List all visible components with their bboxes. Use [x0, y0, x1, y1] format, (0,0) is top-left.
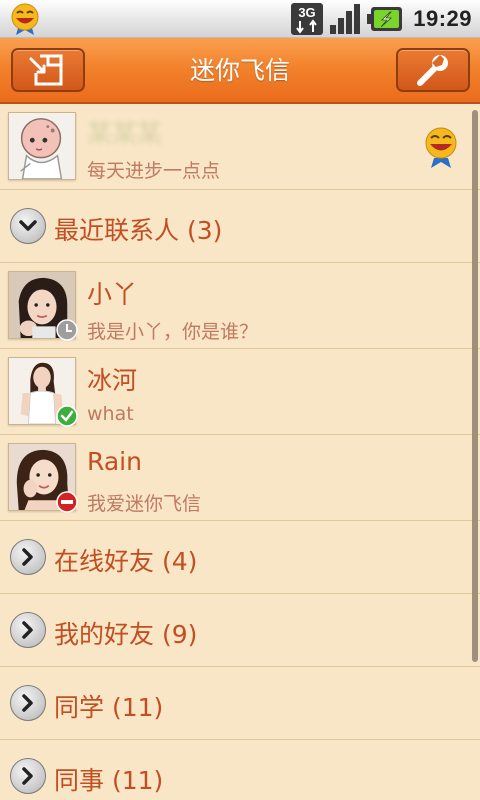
compose-button[interactable] [11, 48, 85, 92]
my-profile-row[interactable]: 某某某 每天进步一点点 [0, 104, 480, 190]
svg-text:3G: 3G [299, 5, 316, 20]
group-my-friends[interactable]: 我的好友 (9) [0, 594, 480, 667]
chevron-right-icon [10, 758, 46, 794]
status-online-icon [56, 405, 78, 427]
group-online-friends[interactable]: 在线好友 (4) [0, 521, 480, 594]
contact-name: 冰河 [87, 366, 138, 395]
chevron-right-icon [10, 539, 46, 575]
contact-row[interactable]: 冰河 what [0, 349, 480, 435]
group-label: 最近联系人 (3) [54, 216, 223, 245]
battery-charging-icon [367, 7, 403, 31]
status-away-icon [56, 319, 78, 341]
group-label: 在线好友 (4) [54, 547, 198, 576]
contact-row[interactable]: 小丫 我是小丫，你是谁？ [0, 263, 480, 349]
title-bar: 迷你飞信 [0, 38, 480, 104]
contact-name: 小丫 [87, 280, 138, 309]
group-label: 同事 (11) [54, 766, 164, 795]
my-signature: 每天进步一点点 [87, 160, 221, 182]
group-classmates[interactable]: 同学 (11) [0, 667, 480, 740]
chevron-down-icon [10, 208, 46, 244]
my-nickname: 某某某 [87, 119, 163, 148]
network-3g-icon: 3G [291, 3, 324, 35]
settings-button[interactable] [396, 48, 470, 92]
status-bar: 3G 19:29 [0, 0, 480, 38]
my-avatar [8, 112, 76, 180]
list-scrollbar[interactable] [472, 110, 478, 662]
chevron-right-icon [10, 685, 46, 721]
contact-message: 我是小丫，你是谁？ [87, 321, 259, 343]
fetion-notification-icon [11, 3, 39, 35]
fetion-smiley-icon[interactable] [424, 126, 458, 170]
status-clock: 19:29 [413, 6, 472, 31]
contact-message: what [87, 403, 134, 425]
group-recent-contacts[interactable]: 最近联系人 (3) [0, 190, 480, 263]
group-label: 我的好友 (9) [54, 620, 198, 649]
contact-message: 我爱迷你飞信 [87, 493, 202, 515]
status-busy-icon [56, 491, 78, 513]
compose-icon [29, 54, 63, 86]
contact-name: Rain [87, 447, 142, 476]
group-label: 同学 (11) [54, 693, 164, 722]
group-colleagues[interactable]: 同事 (11) [0, 740, 480, 800]
contact-row[interactable]: Rain 我爱迷你飞信 [0, 435, 480, 521]
signal-strength-icon [330, 4, 361, 34]
chevron-right-icon [10, 612, 46, 648]
wrench-icon [417, 55, 448, 86]
contact-list[interactable]: 某某某 每天进步一点点 最近联系人 (3) 小丫 我是小丫，你是谁？ 冰河 wh… [0, 104, 480, 800]
